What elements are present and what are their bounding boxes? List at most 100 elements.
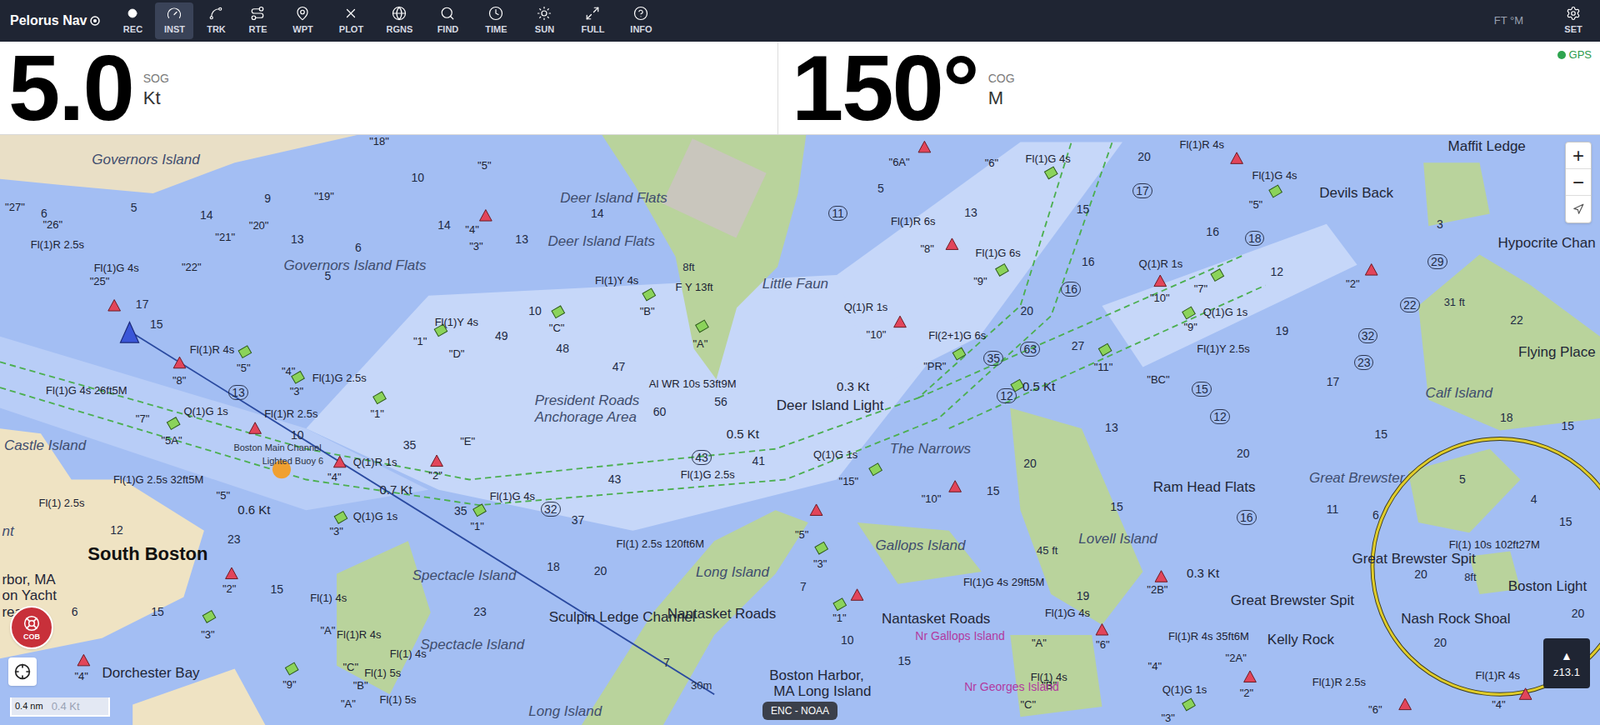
depth-sounding: 16 [1060,281,1081,297]
place-label: South Boston [87,545,208,564]
toolbar: Pelorus Nav RECINSTTRKRTEWPTPLOTRGNSFINDT… [0,0,1600,42]
buoy-label: "9" [973,275,987,287]
instruments-icon [166,5,182,21]
buoy-label: "A" [692,337,708,349]
north-up-button[interactable] [1565,195,1591,223]
buoy-label: "5" [795,528,809,540]
cob-button[interactable]: COB [10,605,54,650]
info-button[interactable]: INFO [618,2,664,40]
depth-sounding: 13 [964,206,978,219]
light-label: Fl(1) 2.5s [39,496,85,508]
depth-sounding: 16 [1205,225,1220,238]
buoy-label: "10" [921,492,942,504]
buoy-label: "6A" [889,155,910,167]
depth-sounding: 56 [714,395,728,408]
buoy-label: "A" [340,698,356,710]
depth-sounding: 19 [1076,590,1090,602]
place-label: Governors Island [91,152,200,167]
depth-sounding: 20 [1571,607,1585,620]
depth-sounding: 12 [1270,265,1284,278]
plot-button[interactable]: PLOT [328,2,374,40]
buoy-label: "19" [314,190,335,202]
light-label: Fl(1)G 4s 29ft5M [963,576,1045,588]
light-label: Fl(1)G 6s [975,246,1021,258]
buoy-label: "A" [320,624,335,635]
regions-button[interactable]: RGNS [376,2,422,40]
buoy-label: "2" [428,469,442,480]
crosshair-icon [14,663,31,680]
place-label: Lighted Buoy 6 [262,455,324,465]
depth-sounding: 15 [898,655,912,667]
place-label: Deer Island Light [776,398,885,413]
depth-sounding: 16 [1081,255,1095,268]
zoom-out-button[interactable]: − [1565,169,1591,196]
zoom-in-button[interactable]: + [1565,142,1591,170]
height-label: 31 ft [1444,295,1465,307]
settings-button[interactable]: SET [1556,5,1590,37]
depth-sounding: 18 [1500,411,1514,424]
place-label: Castle Island [4,438,86,453]
fullscreen-button[interactable]: FULL [570,2,615,40]
chart-map[interactable]: 1117186316164332351322322329121512651417… [0,135,1600,725]
place-label: MA Long Island [773,684,871,699]
buoy-label: "5" [1249,199,1263,210]
place-label: Nantasket Roads [881,611,990,626]
buoy-label: "D" [449,348,465,360]
locate-button[interactable] [8,657,37,686]
record-button[interactable]: REC [113,2,152,40]
place-label: The Narrows [890,440,971,455]
instrument-readout[interactable]: 150°COGM [778,41,1600,135]
find-button[interactable]: FIND [425,2,470,40]
buoy-label: "4" [1491,699,1505,710]
depth-sounding: 20 [1236,447,1250,460]
depth-sounding: 17 [1326,375,1340,388]
buoy-label: "1" [370,408,384,420]
depth-sounding: 12 [1210,409,1230,425]
place-label: Devils Back [1319,185,1394,200]
waypoint-button[interactable]: WPT [280,2,325,40]
place-label: Kelly Rock [1267,631,1335,646]
light-label: Fl(1) 4s [310,591,347,603]
depth-sounding: 27 [1071,340,1085,352]
depth-sounding: 47 [612,360,626,373]
place-label: President Roads [535,393,640,408]
depth-sounding: 14 [590,207,605,220]
depth-sounding: 14 [200,209,214,221]
depth-sounding: 19 [1275,325,1290,337]
buoy-label: "1" [832,612,846,624]
buoy-label: "1" [470,520,484,531]
light-label: Fl(1)G 4s [94,262,140,274]
find-icon [440,5,455,21]
light-label: Fl(1)G 4s 26ft5M [45,385,128,396]
sun-button[interactable]: SUN [521,2,567,40]
readout-label: COG [988,71,1015,87]
instrument-readout[interactable]: 5.0SOGKt [0,41,779,135]
depth-sounding: 7 [800,580,807,593]
gear-icon [1565,5,1581,21]
depth-sounding: 13 [290,233,305,245]
track-button[interactable]: TRK [196,2,235,40]
buoy-label: "C" [342,660,359,672]
depth-sounding: 63 [1020,341,1040,357]
buoy-label: "B" [353,680,369,691]
compass-icon [1572,203,1585,215]
app-title[interactable]: Pelorus Nav [10,10,100,31]
buoy-label: "3" [330,525,344,537]
buoy-label: "7" [135,413,150,425]
time-button[interactable]: TIME [473,2,519,40]
depth-sounding: 23 [227,533,241,545]
place-label: rbor, MA [1,571,55,586]
buoy-label: "2A" [1225,651,1247,663]
place-label: Great Brewster Spit [1230,593,1355,608]
depth-sounding: 43 [691,450,712,465]
instruments-button[interactable]: INST [155,2,194,40]
place-label: Long Island [695,565,770,580]
units-label[interactable]: FT °M [1494,12,1524,30]
route-button[interactable]: RTE [238,2,277,40]
light-label: Fl(1)G 4s [1251,169,1297,180]
place-label: Nr Gallops Island [915,630,1005,642]
buoy-label: "8" [920,242,934,254]
depth-sounding: 3 [1436,218,1444,230]
plot-icon [343,5,359,21]
place-label: on Yacht [1,588,57,603]
